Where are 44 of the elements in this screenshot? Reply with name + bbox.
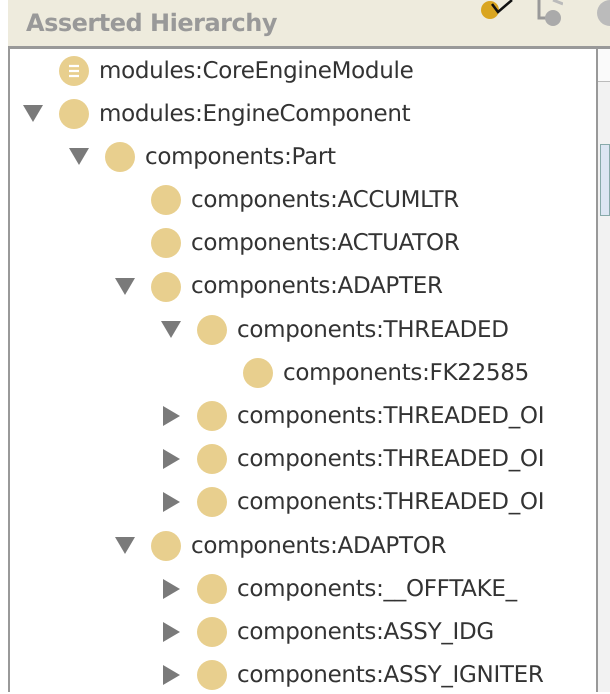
class-circle-icon (151, 228, 181, 258)
class-circle-icon (59, 98, 89, 129)
class-circle-icon (197, 444, 227, 474)
tree-item-label[interactable]: components:THREADED_OI (237, 447, 544, 472)
tree-item-label[interactable]: components:ACTUATOR (191, 231, 460, 256)
tree-item-label[interactable]: modules:CoreEngineModule (99, 58, 414, 83)
class-circle-icon (197, 660, 227, 690)
collapsed-triangle-icon[interactable] (162, 406, 180, 426)
class-circle-icon (151, 530, 181, 561)
class-circle-icon (243, 358, 273, 388)
class-check-icon[interactable] (480, 0, 514, 22)
class-circle-icon (197, 314, 227, 345)
collapsed-triangle-icon[interactable] (162, 449, 180, 470)
expanded-triangle-icon[interactable] (69, 148, 89, 166)
expanded-triangle-icon[interactable] (23, 105, 43, 122)
expanded-triangle-icon[interactable] (115, 278, 135, 296)
panel-title: Asserted Hierarchy (26, 9, 277, 37)
tree-item-label[interactable]: components:ASSY_IGNITER (237, 663, 544, 688)
tree-item-label[interactable]: components:ADAPTER (191, 274, 443, 299)
tree-item-label[interactable]: components:__OFFTAKE_ (237, 576, 517, 601)
tree-item-label[interactable]: components:ASSY_IDG (237, 620, 494, 644)
collapsed-triangle-icon[interactable] (162, 665, 180, 686)
tree-item-label[interactable]: components:ACCUMLTR (191, 188, 459, 212)
vertical-scrollbar[interactable] (596, 49, 610, 692)
class-circle-icon (105, 142, 135, 172)
class-circle-icon (197, 401, 227, 432)
ontology-icon (59, 56, 89, 86)
expanded-triangle-icon[interactable] (115, 537, 135, 554)
class-circle-icon (151, 185, 181, 216)
class-circle-icon (197, 487, 227, 518)
tree-item-label[interactable]: components:THREADED_OI (237, 404, 544, 428)
collapsed-triangle-icon[interactable] (162, 622, 180, 642)
class-circle-icon (197, 617, 227, 648)
tree-item-label[interactable]: components:FK22585 (283, 360, 529, 385)
tree-item-label[interactable]: components:Part (145, 144, 336, 170)
tree-item-label[interactable]: modules:EngineComponent (99, 102, 410, 126)
class-circle-icon (151, 272, 181, 302)
tree-item-label[interactable]: components:THREADED_OI (237, 490, 544, 515)
expanded-triangle-icon[interactable] (161, 321, 181, 338)
collapsed-triangle-icon[interactable] (162, 492, 180, 512)
class-circle-icon (197, 574, 227, 604)
collapsed-triangle-icon[interactable] (162, 578, 180, 599)
tree-item-label[interactable]: components:THREADED (237, 318, 509, 342)
tree-item-label[interactable]: components:ADAPTOR (191, 534, 446, 558)
